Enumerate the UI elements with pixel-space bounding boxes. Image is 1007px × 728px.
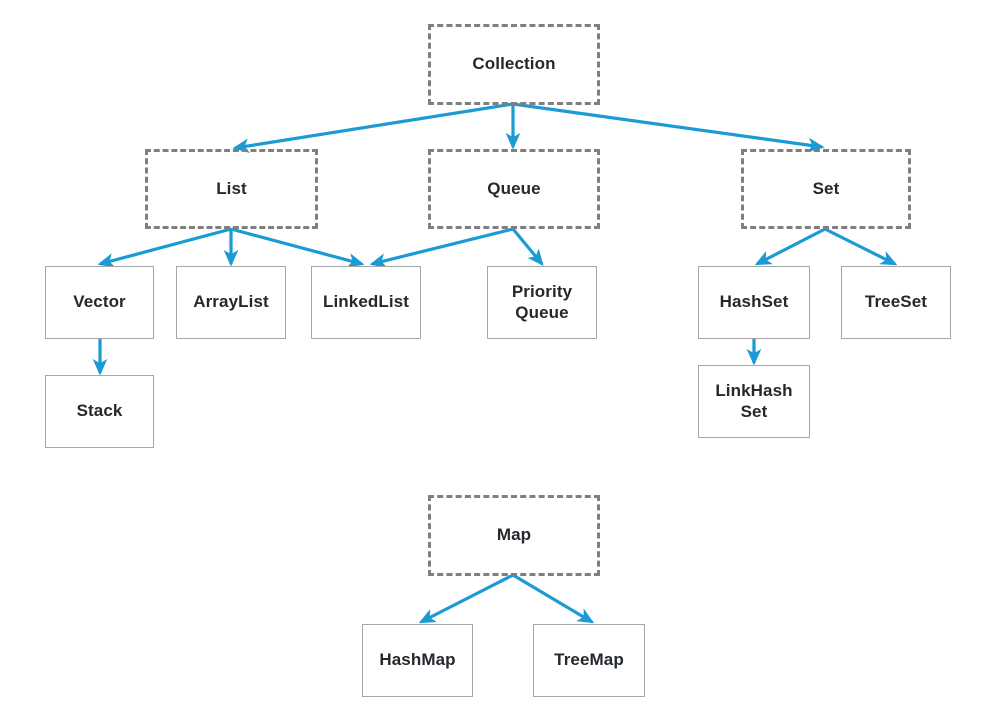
node-priorityqueue[interactable]: Priority Queue (487, 266, 597, 339)
node-set[interactable]: Set (741, 149, 911, 229)
node-label-priorityqueue: Priority Queue (511, 282, 573, 322)
node-label-vector: Vector (73, 292, 126, 312)
node-queue[interactable]: Queue (428, 149, 600, 229)
node-label-hashset: HashSet (719, 292, 789, 312)
edge-list-vector (97, 227, 232, 268)
node-vector[interactable]: Vector (45, 266, 154, 339)
node-label-stack: Stack (76, 401, 123, 421)
node-list[interactable]: List (145, 149, 318, 229)
edge-collection-list (232, 102, 514, 154)
node-label-list: List (216, 178, 247, 198)
node-arraylist[interactable]: ArrayList (176, 266, 286, 339)
node-label-treeset: TreeSet (864, 292, 928, 312)
edge-map-hashmap (418, 573, 514, 624)
node-label-arraylist: ArrayList (193, 292, 269, 312)
node-stack[interactable]: Stack (45, 375, 154, 448)
edge-set-hashset (754, 227, 826, 266)
node-label-linkhashset: LinkHash Set (715, 381, 793, 421)
node-map[interactable]: Map (428, 495, 600, 576)
node-linkhashset[interactable]: LinkHash Set (698, 365, 810, 438)
node-label-queue: Queue (487, 178, 541, 198)
node-label-collection: Collection (472, 54, 556, 74)
node-label-set: Set (812, 178, 840, 198)
node-collection[interactable]: Collection (428, 24, 600, 105)
node-label-linkedlist: LinkedList (322, 292, 409, 312)
edge-queue-priorityqueue (511, 227, 544, 266)
node-linkedlist[interactable]: LinkedList (311, 266, 421, 339)
node-treeset[interactable]: TreeSet (841, 266, 951, 339)
edge-collection-set (512, 102, 825, 153)
edge-set-treeset (824, 227, 898, 266)
node-label-map: Map (496, 525, 532, 545)
node-treemap[interactable]: TreeMap (533, 624, 645, 697)
node-hashset[interactable]: HashSet (698, 266, 810, 339)
node-label-hashmap: HashMap (379, 650, 456, 670)
edge-layer (92, 102, 898, 624)
node-hashmap[interactable]: HashMap (362, 624, 473, 697)
node-label-treemap: TreeMap (554, 650, 624, 670)
edge-list-linkedlist (230, 227, 365, 268)
collections-hierarchy-diagram: Collection List Queue Set Vector ArrayLi… (0, 0, 1007, 728)
edge-queue-linkedlist (369, 227, 514, 268)
edge-map-treemap (512, 573, 595, 624)
